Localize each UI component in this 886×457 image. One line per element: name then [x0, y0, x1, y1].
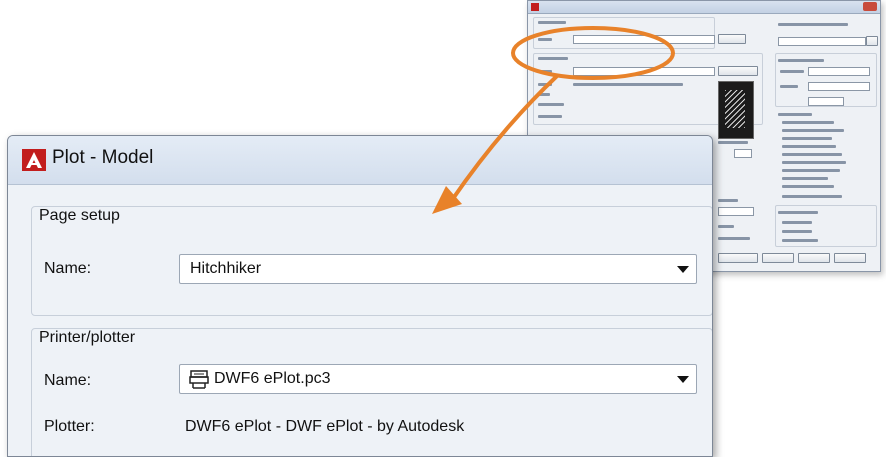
thumbnail-line: [538, 83, 552, 86]
plotter-label: Plotter:: [44, 418, 95, 435]
thumbnail-line: [778, 23, 848, 26]
thumbnail-line: [782, 121, 834, 124]
thumbnail-line: [782, 230, 812, 233]
thumbnail-line: [780, 70, 804, 73]
thumbnail-button: [718, 34, 746, 44]
thumbnail-line: [782, 195, 842, 198]
thumbnail-button: [762, 253, 794, 263]
thumbnail-button: [834, 253, 866, 263]
thumbnail-line: [538, 93, 550, 96]
thumbnail-field: [808, 82, 870, 91]
thumbnail-field: [718, 207, 754, 216]
thumbnail-line: [782, 137, 832, 140]
thumbnail-field: [573, 67, 715, 76]
thumbnail-button: [866, 36, 878, 46]
thumbnail-line: [538, 103, 564, 106]
titlebar: Plot - Model: [8, 136, 712, 185]
thumbnail-field: [734, 149, 752, 158]
thumbnail-line: [778, 113, 812, 116]
thumbnail-line: [782, 129, 844, 132]
plotter-icon: [189, 370, 209, 389]
chevron-down-icon[interactable]: [677, 376, 689, 383]
thumbnail-line: [782, 153, 842, 156]
printer-name-dropdown[interactable]: DWF6 ePlot.pc3: [179, 364, 697, 394]
plotter-value: DWF6 ePlot - DWF ePlot - by Autodesk: [185, 418, 465, 435]
page-setup-label: Page setup: [39, 207, 120, 224]
thumbnail-line: [718, 237, 750, 240]
thumbnail-line: [538, 21, 566, 24]
thumbnail-line: [718, 141, 748, 144]
printer-plotter-label: Printer/plotter: [39, 329, 136, 346]
chevron-down-icon[interactable]: [677, 266, 689, 273]
thumbnail-field: [808, 97, 844, 106]
thumbnail-field: [808, 67, 870, 76]
thumbnail-field: [573, 35, 715, 44]
page-setup-name-value: Hitchhiker: [190, 260, 262, 277]
thumbnail-line: [782, 169, 840, 172]
thumbnail-line: [538, 57, 568, 60]
plot-dialog: Plot - Model Page setup Name: Hitchhiker…: [7, 135, 713, 457]
thumbnail-line: [538, 38, 552, 41]
thumbnail-button: [718, 66, 758, 76]
printer-name-value: DWF6 ePlot.pc3: [214, 370, 331, 387]
thumbnail-field: [778, 37, 866, 46]
thumbnail-line: [538, 115, 562, 118]
thumbnail-titlebar: [528, 1, 880, 14]
thumbnail-line: [778, 59, 824, 62]
thumbnail-line: [782, 145, 836, 148]
autocad-logo-icon: [531, 3, 539, 11]
thumbnail-line: [782, 185, 834, 188]
close-icon: [863, 2, 877, 11]
thumbnail-button: [718, 253, 758, 263]
thumbnail-button: [798, 253, 830, 263]
thumbnail-line: [718, 225, 734, 228]
thumbnail-line: [538, 70, 552, 73]
thumbnail-line: [782, 239, 818, 242]
page-setup-name-label: Name:: [44, 260, 92, 277]
thumbnail-line: [782, 177, 828, 180]
thumbnail-plot-preview: [718, 81, 754, 139]
thumbnail-line: [718, 199, 738, 202]
page-setup-name-dropdown[interactable]: Hitchhiker: [179, 254, 697, 284]
thumbnail-line: [782, 161, 846, 164]
thumbnail-line: [780, 85, 798, 88]
printer-name-label: Name:: [44, 372, 92, 389]
autocad-logo-icon: [22, 149, 46, 171]
thumbnail-line: [782, 221, 812, 224]
thumbnail-line: [778, 211, 818, 214]
thumbnail-line: [573, 83, 683, 86]
window-title: Plot - Model: [52, 147, 154, 168]
